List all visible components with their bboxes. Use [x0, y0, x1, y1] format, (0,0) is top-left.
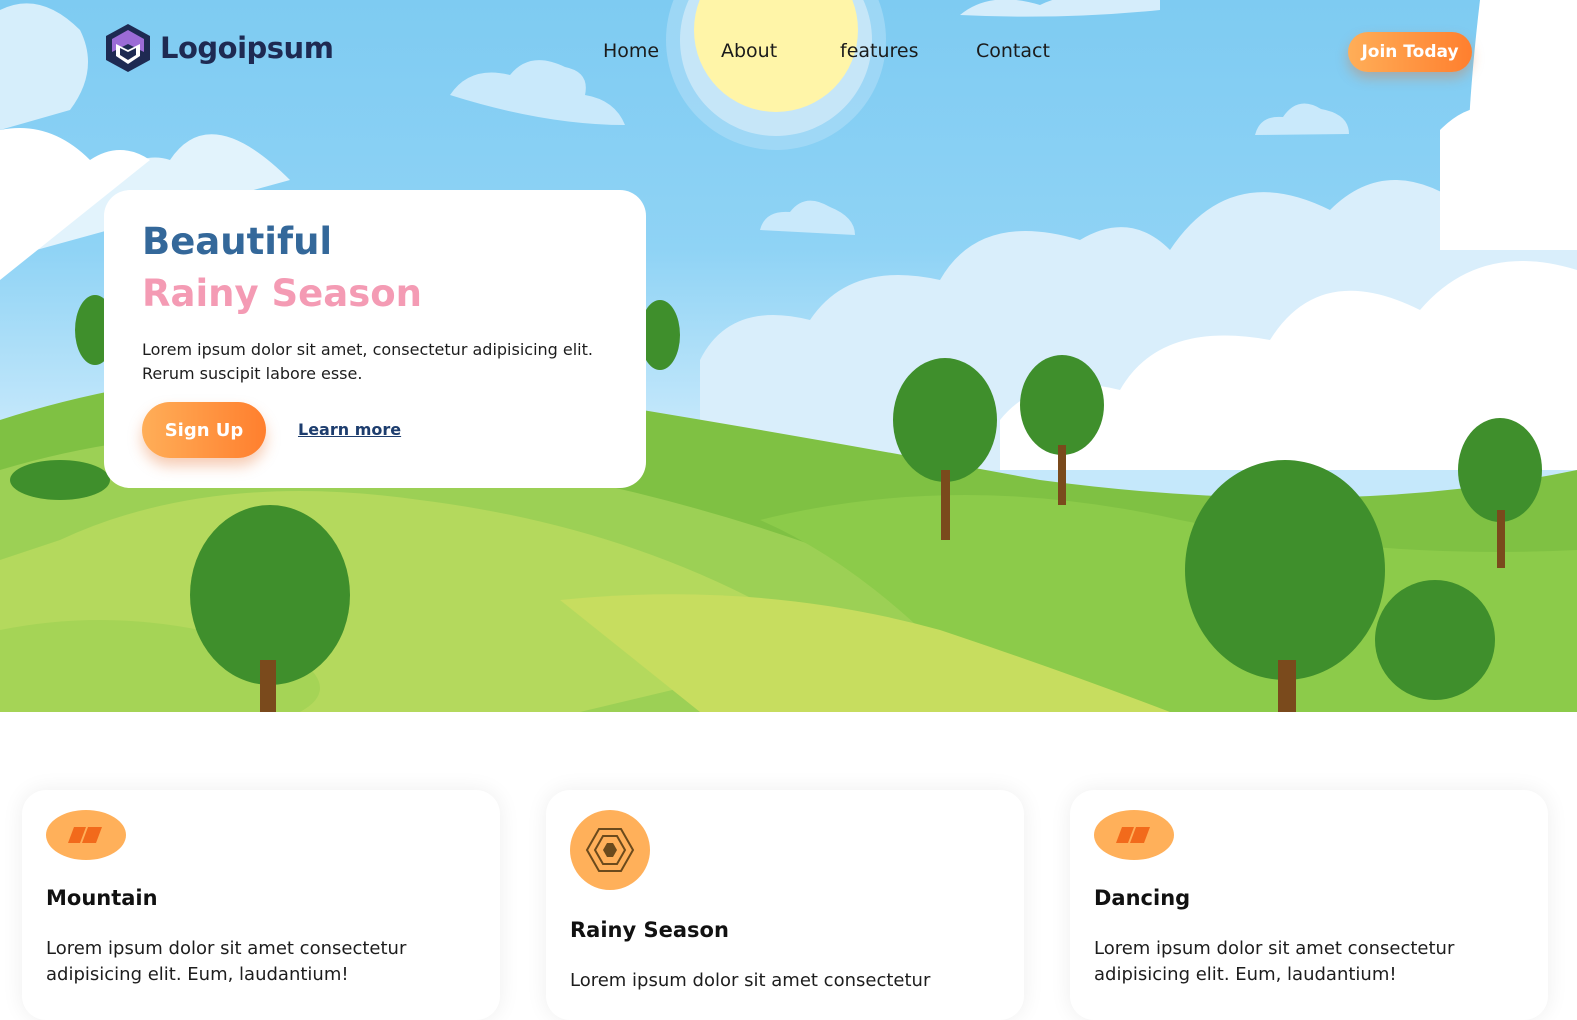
feature-title: Rainy Season [570, 918, 729, 942]
hero-card: Beautiful Rainy Season Lorem ipsum dolor… [104, 190, 646, 488]
nav-home[interactable]: Home [603, 40, 659, 62]
brand-logo[interactable]: Logoipsum [104, 22, 334, 74]
hexagon-icon [570, 810, 650, 890]
hero-section: Logoipsum Home About features Contact Jo… [0, 0, 1577, 712]
feature-title: Mountain [46, 886, 158, 910]
feature-card-dancing: Dancing Lorem ipsum dolor sit amet conse… [1070, 790, 1548, 1020]
bolt-shapes-icon [1094, 810, 1174, 860]
feature-description: Lorem ipsum dolor sit amet consectetur a… [1094, 938, 1455, 985]
hero-title-line1: Beautiful [142, 220, 333, 263]
hero-description: Lorem ipsum dolor sit amet, consectetur … [142, 340, 593, 383]
feature-description: Lorem ipsum dolor sit amet consectetur a… [46, 938, 407, 985]
feature-card-rainy-season: Rainy Season Lorem ipsum dolor sit amet … [546, 790, 1024, 1020]
learn-more-link[interactable]: Learn more [298, 420, 401, 439]
hero-title-line2: Rainy Season [142, 272, 422, 315]
bolt-shapes-icon [46, 810, 126, 860]
nav-contact[interactable]: Contact [976, 40, 1050, 62]
join-today-button[interactable]: Join Today [1348, 32, 1472, 72]
feature-description: Lorem ipsum dolor sit amet consectetur [570, 970, 931, 991]
hexagon-logo-icon [106, 24, 150, 72]
brand-name: Logoipsum [160, 31, 334, 65]
feature-title: Dancing [1094, 886, 1191, 910]
nav-features[interactable]: features [840, 40, 919, 62]
sign-up-button[interactable]: Sign Up [142, 402, 266, 458]
feature-card-mountain: Mountain Lorem ipsum dolor sit amet cons… [22, 790, 500, 1020]
nav-about[interactable]: About [721, 40, 777, 62]
